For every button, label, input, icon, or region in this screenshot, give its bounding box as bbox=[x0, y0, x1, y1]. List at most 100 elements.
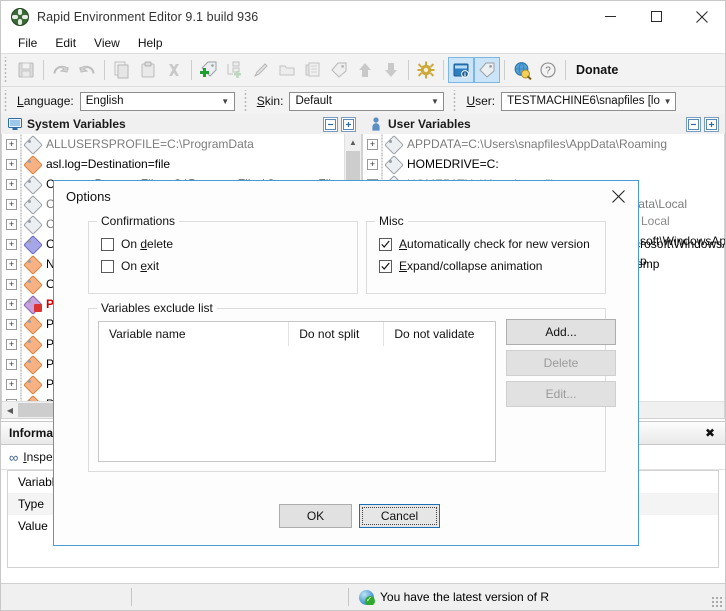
variable-row[interactable]: + asl.log=Destination=file bbox=[2, 154, 361, 175]
move-down-icon[interactable] bbox=[378, 57, 404, 83]
expand-icon[interactable]: + bbox=[6, 178, 17, 190]
scroll-left-arrow[interactable]: ◀ bbox=[2, 406, 18, 415]
checkbox-box[interactable] bbox=[379, 259, 392, 273]
minimize-button[interactable] bbox=[587, 1, 633, 32]
skin-group-grip[interactable] bbox=[242, 90, 250, 112]
expand-icon[interactable]: + bbox=[6, 218, 17, 230]
tag-orange-icon bbox=[23, 375, 43, 395]
collapse-all-button[interactable] bbox=[323, 116, 338, 132]
user-select[interactable]: TESTMACHINE6\snapfiles [logge ▼ bbox=[501, 91, 677, 111]
edit-icon[interactable] bbox=[248, 57, 274, 83]
tags-panel-icon[interactable] bbox=[474, 57, 500, 83]
collapse-all-button[interactable] bbox=[686, 116, 701, 132]
expand-icon[interactable]: + bbox=[6, 198, 17, 210]
window-controls bbox=[587, 1, 725, 32]
language-value: English bbox=[85, 95, 124, 107]
menu-edit[interactable]: Edit bbox=[46, 34, 85, 52]
checkbox-expand-collapse-animation[interactable]: Expand/collapse animation bbox=[379, 255, 605, 277]
variable-text: ALLUSERSPROFILE=C:\ProgramData bbox=[46, 137, 254, 151]
tag-icon[interactable] bbox=[326, 57, 352, 83]
add-value-icon[interactable] bbox=[222, 57, 248, 83]
delete-icon[interactable] bbox=[161, 57, 187, 83]
variable-text: APPDATA=C:\Users\snapfiles\AppData\Roami… bbox=[407, 137, 667, 151]
resize-grip[interactable] bbox=[711, 596, 723, 608]
tag-error-icon bbox=[23, 295, 43, 315]
add-button[interactable]: Add... bbox=[506, 319, 616, 345]
expand-icon[interactable]: + bbox=[6, 258, 17, 270]
selector-toolbar-grip[interactable] bbox=[3, 90, 10, 112]
expand-icon[interactable]: + bbox=[6, 158, 17, 170]
user-panel-buttons bbox=[686, 116, 725, 132]
tag-orange-icon bbox=[23, 335, 43, 355]
undo-icon[interactable] bbox=[48, 57, 74, 83]
expand-icon[interactable]: + bbox=[6, 358, 17, 370]
expand-icon[interactable]: + bbox=[367, 158, 378, 170]
user-row-fragment-temp: p bbox=[640, 254, 647, 268]
variable-row[interactable]: + APPDATA=C:\Users\snapfiles\AppData\Roam… bbox=[363, 134, 724, 155]
variable-row[interactable]: + ALLUSERSPROFILE=C:\ProgramData bbox=[2, 134, 361, 155]
checkbox-auto-check-new-version[interactable]: Automatically check for new version bbox=[379, 233, 605, 255]
cancel-button[interactable]: Cancel bbox=[359, 504, 440, 528]
donate-button[interactable]: Donate bbox=[570, 63, 624, 77]
checkbox-on-exit[interactable]: On exit bbox=[101, 255, 357, 277]
dialog-close-button[interactable] bbox=[598, 181, 638, 211]
exclude-list-header: Variable name Do not split Do not valida… bbox=[99, 322, 495, 346]
toolbar-separator bbox=[565, 60, 566, 80]
dialog-header: Options bbox=[54, 181, 638, 211]
user-group-grip[interactable] bbox=[452, 90, 460, 112]
close-button[interactable] bbox=[679, 1, 725, 32]
selector-toolbar: Language: English ▼ Skin: Default ▼ User… bbox=[1, 87, 725, 116]
toolbar-separator bbox=[443, 60, 444, 80]
close-icon[interactable]: ✖ bbox=[705, 426, 725, 440]
tag-gray-icon bbox=[23, 175, 43, 195]
exclude-list[interactable]: Variable name Do not split Do not valida… bbox=[98, 321, 496, 462]
expand-icon[interactable]: + bbox=[6, 278, 17, 290]
copy-icon[interactable] bbox=[109, 57, 135, 83]
globe-check-icon: ✓ bbox=[359, 589, 375, 605]
menu-file[interactable]: File bbox=[9, 34, 46, 52]
column-do-not-validate: Do not validate bbox=[383, 322, 495, 346]
title-bar: Rapid Environment Editor 9.1 build 936 bbox=[1, 1, 725, 32]
expand-icon[interactable]: + bbox=[6, 238, 17, 250]
expand-all-button[interactable] bbox=[704, 116, 719, 132]
ok-button[interactable]: OK bbox=[279, 504, 352, 528]
expand-icon[interactable]: + bbox=[6, 378, 17, 390]
help-icon[interactable]: ? bbox=[535, 57, 561, 83]
checkbox-label: On delete bbox=[121, 237, 174, 251]
variable-row[interactable]: + HOMEDRIVE=C: bbox=[363, 154, 724, 175]
info-panel-icon[interactable] bbox=[448, 57, 474, 83]
add-variable-icon[interactable] bbox=[196, 57, 222, 83]
expand-icon[interactable]: + bbox=[6, 138, 17, 150]
save-icon[interactable] bbox=[13, 57, 39, 83]
checkbox-label: Expand/collapse animation bbox=[399, 259, 543, 273]
redo-icon[interactable] bbox=[74, 57, 100, 83]
add-file-icon[interactable] bbox=[300, 57, 326, 83]
skin-select[interactable]: Default ▼ bbox=[289, 91, 445, 111]
toolbar-grip[interactable] bbox=[3, 57, 10, 83]
expand-icon[interactable]: + bbox=[367, 138, 378, 150]
move-up-icon[interactable] bbox=[352, 57, 378, 83]
user-label: User: bbox=[466, 94, 496, 108]
expand-icon[interactable]: + bbox=[6, 298, 17, 310]
search-web-icon[interactable] bbox=[509, 57, 535, 83]
chevron-down-icon: ▼ bbox=[221, 96, 230, 106]
user-panel-header: User Variables bbox=[362, 114, 725, 135]
expand-icon[interactable]: + bbox=[6, 318, 17, 330]
chevron-down-icon: ▼ bbox=[430, 96, 439, 106]
status-message: You have the latest version of R bbox=[380, 590, 549, 604]
checkbox-box[interactable] bbox=[101, 259, 114, 273]
checkbox-box[interactable] bbox=[379, 237, 392, 251]
scroll-up-arrow[interactable]: ▲ bbox=[345, 134, 361, 150]
checkbox-on-delete[interactable]: On delete bbox=[101, 233, 357, 255]
paste-icon[interactable] bbox=[135, 57, 161, 83]
language-select[interactable]: English ▼ bbox=[79, 91, 235, 111]
settings-icon[interactable] bbox=[413, 57, 439, 83]
menu-view[interactable]: View bbox=[85, 34, 129, 52]
add-folder-icon[interactable] bbox=[274, 57, 300, 83]
checkbox-box[interactable] bbox=[101, 237, 114, 251]
column-variable-name: Variable name bbox=[109, 327, 186, 341]
expand-all-button[interactable] bbox=[341, 116, 356, 132]
maximize-button[interactable] bbox=[633, 1, 679, 32]
menu-help[interactable]: Help bbox=[129, 34, 172, 52]
expand-icon[interactable]: + bbox=[6, 338, 17, 350]
